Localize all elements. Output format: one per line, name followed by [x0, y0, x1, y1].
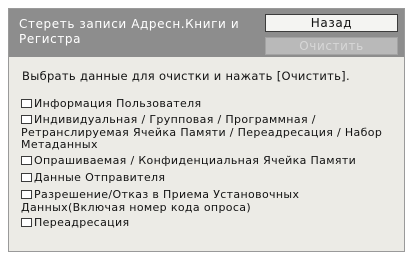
checkbox-forwarding[interactable] — [21, 218, 32, 227]
option-user-info[interactable]: Информация Пользователя — [21, 97, 399, 111]
checkbox-memory-boxes[interactable] — [21, 115, 32, 124]
option-memory-boxes[interactable]: Индивидуальная / Групповая / Программная… — [21, 113, 399, 152]
option-sender-data[interactable]: Данные Отправителя — [21, 171, 399, 185]
option-user-info-label: Информация Пользователя — [34, 97, 202, 110]
back-button[interactable]: Назад — [265, 14, 398, 32]
checkbox-polling-box[interactable] — [21, 156, 32, 165]
option-allow-deny-label: Разрешение/Отказ в Приема Установочных Д… — [21, 188, 300, 214]
dialog-panel: Стереть записи Адресн.Книги и Регистра Н… — [8, 8, 405, 252]
checkbox-user-info[interactable] — [21, 99, 32, 108]
option-polling-box-label: Опрашиваемая / Конфиденциальная Ячейка П… — [34, 154, 357, 167]
option-forwarding-label: Переадресация — [34, 216, 130, 229]
option-forwarding[interactable]: Переадресация — [21, 216, 399, 230]
checkbox-sender-data[interactable] — [21, 173, 32, 182]
option-polling-box[interactable]: Опрашиваемая / Конфиденциальная Ячейка П… — [21, 154, 399, 168]
option-allow-deny[interactable]: Разрешение/Отказ в Приема Установочных Д… — [21, 188, 399, 214]
option-memory-boxes-label: Индивидуальная / Групповая / Программная… — [21, 113, 383, 151]
clear-button[interactable]: Очистить — [265, 37, 398, 55]
dialog-title: Стереть записи Адресн.Книги и Регистра — [19, 17, 240, 46]
option-sender-data-label: Данные Отправителя — [34, 171, 166, 184]
dialog-header: Стереть записи Адресн.Книги и Регистра Н… — [9, 9, 404, 57]
instruction-text: Выбрать данные для очистки и нажать [Очи… — [22, 69, 350, 83]
checkbox-allow-deny[interactable] — [21, 190, 32, 199]
